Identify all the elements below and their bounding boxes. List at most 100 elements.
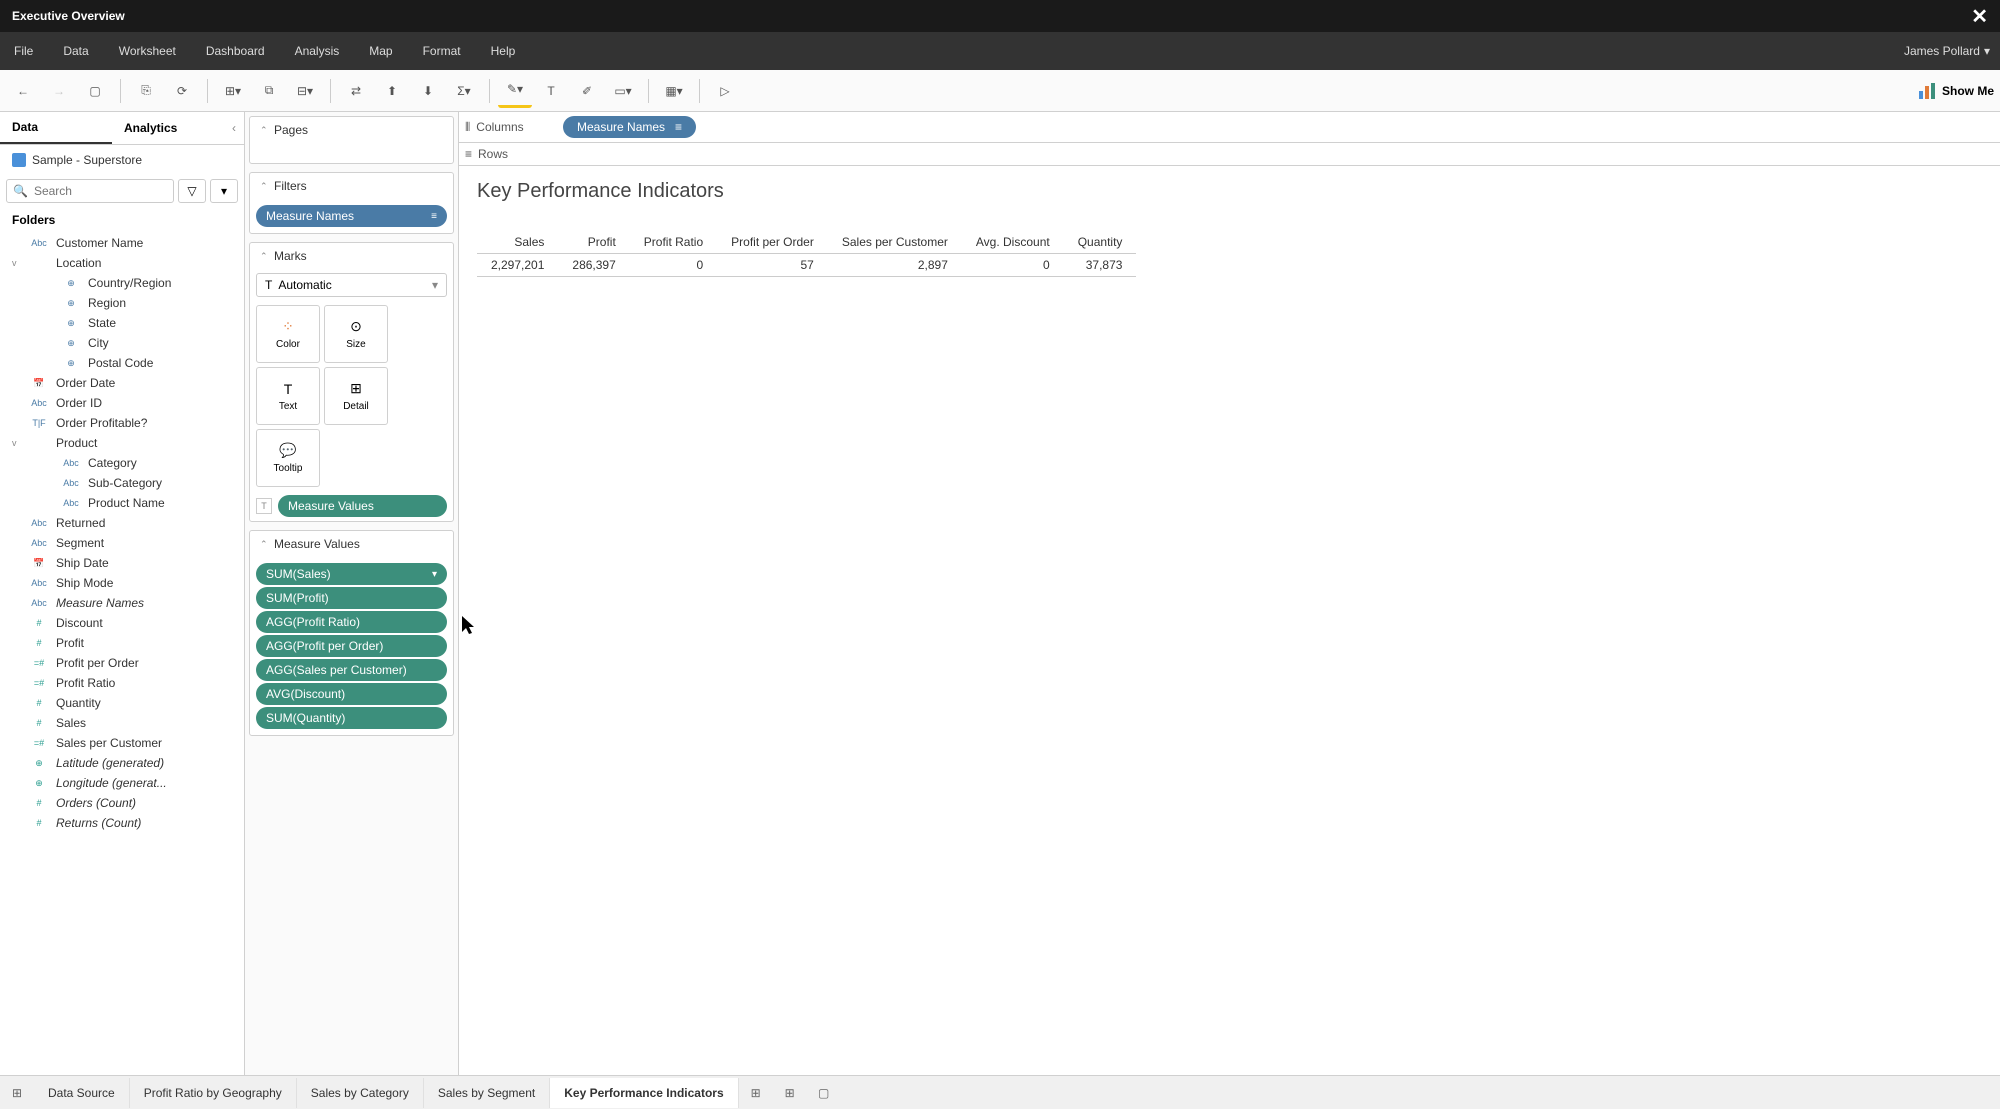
pages-shelf[interactable]: ⌃Pages [249,116,454,164]
show-me-button[interactable]: Show Me [1918,82,1994,100]
refresh-icon[interactable]: ⟳ [165,74,199,108]
menu-map[interactable]: Map [365,38,396,64]
rows-shelf[interactable]: ≡Rows [459,143,2000,166]
new-worksheet-icon[interactable]: ⊞▾ [216,74,250,108]
columns-shelf[interactable]: ⦀Columns Measure Names≡ [459,112,2000,143]
clear-icon[interactable]: ⊟▾ [288,74,322,108]
filters-shelf[interactable]: ⌃Filters Measure Names≡ [249,172,454,234]
field-latitude-generated-[interactable]: ⊕Latitude (generated) [0,753,244,773]
field-measure-names[interactable]: AbcMeasure Names [0,593,244,613]
field-city[interactable]: ⊕City [0,333,244,353]
menu-worksheet[interactable]: Worksheet [115,38,180,64]
field-quantity[interactable]: #Quantity [0,693,244,713]
totals-icon[interactable]: Σ▾ [447,74,481,108]
forward-icon[interactable]: → [42,74,76,108]
sheet-tab-1[interactable]: Sales by Category [297,1078,424,1108]
field-orders-count-[interactable]: #Orders (Count) [0,793,244,813]
field-returned[interactable]: AbcReturned [0,513,244,533]
fit-icon[interactable]: ▭▾ [606,74,640,108]
filter-pill-measure-names[interactable]: Measure Names≡ [256,205,447,227]
field-profit-ratio[interactable]: =#Profit Ratio [0,673,244,693]
pill-measure-values[interactable]: Measure Values [278,495,447,517]
data-source-item[interactable]: Sample - Superstore [0,145,244,175]
menu-format[interactable]: Format [419,38,465,64]
field-sales-per-customer[interactable]: =#Sales per Customer [0,733,244,753]
search-input[interactable]: 🔍 [6,179,174,203]
user-menu[interactable]: James Pollard ▾ [1904,44,1990,58]
field-profit[interactable]: #Profit [0,633,244,653]
field-discount[interactable]: #Discount [0,613,244,633]
tab-data[interactable]: Data [0,112,112,144]
marks-color-button[interactable]: ⁘Color [256,305,320,363]
marks-size-button[interactable]: ⊙Size [324,305,388,363]
menu-help[interactable]: Help [487,38,520,64]
field-returns-count-[interactable]: #Returns (Count) [0,813,244,833]
menu-dashboard[interactable]: Dashboard [202,38,269,64]
field-menu-icon[interactable]: ▾ [210,179,238,203]
field-sales[interactable]: #Sales [0,713,244,733]
field-product-name[interactable]: AbcProduct Name [0,493,244,513]
field-category[interactable]: AbcCategory [0,453,244,473]
field-longitude-generat-[interactable]: ⊕Longitude (generat... [0,773,244,793]
field-ship-date[interactable]: 📅Ship Date [0,553,244,573]
mv-pill-0[interactable]: SUM(Sales)▾ [256,563,447,585]
viz-title[interactable]: Key Performance Indicators [459,166,2000,211]
mv-pill-2[interactable]: AGG(Profit Ratio) [256,611,447,633]
new-dashboard-icon[interactable]: ⊞ [773,1086,807,1100]
tab-data-source[interactable]: Data Source [34,1078,130,1108]
mv-pill-3[interactable]: AGG(Profit per Order) [256,635,447,657]
field-location[interactable]: vLocation [0,253,244,273]
field-postal-code[interactable]: ⊕Postal Code [0,353,244,373]
field-state[interactable]: ⊕State [0,313,244,333]
field-order-id[interactable]: AbcOrder ID [0,393,244,413]
menu-data[interactable]: Data [59,38,92,64]
toolbar: ← → ▢ ⎘ ⟳ ⊞▾ ⧉ ⊟▾ ⇄ ⬆ ⬇ Σ▾ ✎▾ T ✐ ▭▾ ▦▾ … [0,70,2000,112]
field-product[interactable]: vProduct [0,433,244,453]
new-datasource-icon[interactable]: ⎘ [129,74,163,108]
field-region[interactable]: ⊕Region [0,293,244,313]
menu-analysis[interactable]: Analysis [291,38,344,64]
new-sheet-icon[interactable]: ⊞ [739,1086,773,1100]
new-story-icon[interactable]: ▢ [807,1086,841,1100]
dashboard-icon[interactable]: ▦▾ [657,74,691,108]
presentation-icon[interactable]: ▷ [708,74,742,108]
field-country-region[interactable]: ⊕Country/Region [0,273,244,293]
mv-pill-6[interactable]: SUM(Quantity) [256,707,447,729]
filter-fields-icon[interactable]: ▽ [178,179,206,203]
field-customer-name[interactable]: AbcCustomer Name [0,233,244,253]
columns-pill-measure-names[interactable]: Measure Names≡ [563,116,696,138]
marks-text-button[interactable]: TText [256,367,320,425]
collapse-icon[interactable]: ‹ [224,121,244,135]
field-ship-mode[interactable]: AbcShip Mode [0,573,244,593]
menu-file[interactable]: File [10,38,37,64]
labels-icon[interactable]: T [534,74,568,108]
sheet-tab-0[interactable]: Profit Ratio by Geography [130,1078,297,1108]
sort-asc-icon[interactable]: ⬆ [375,74,409,108]
swap-icon[interactable]: ⇄ [339,74,373,108]
marks-detail-button[interactable]: ⊞Detail [324,367,388,425]
shelves-pane: ⌃Pages ⌃Filters Measure Names≡ ⌃Marks T … [245,112,459,1075]
table-cell: 2,897 [828,253,962,276]
field-sub-category[interactable]: AbcSub-Category [0,473,244,493]
sheet-tab-3[interactable]: Key Performance Indicators [550,1078,738,1108]
field-order-profitable-[interactable]: T|FOrder Profitable? [0,413,244,433]
close-icon[interactable]: ✕ [1971,4,1988,29]
save-icon[interactable]: ▢ [78,74,112,108]
mark-type-select[interactable]: T Automatic ▾ [256,273,447,297]
field-profit-per-order[interactable]: =#Profit per Order [0,653,244,673]
tab-analytics[interactable]: Analytics [112,113,224,143]
field-segment[interactable]: AbcSegment [0,533,244,553]
duplicate-icon[interactable]: ⧉ [252,74,286,108]
mv-pill-4[interactable]: AGG(Sales per Customer) [256,659,447,681]
field-order-date[interactable]: 📅Order Date [0,373,244,393]
kpi-table: SalesProfitProfit RatioProfit per OrderS… [459,211,2000,277]
mv-pill-1[interactable]: SUM(Profit) [256,587,447,609]
back-icon[interactable]: ← [6,74,40,108]
sort-desc-icon[interactable]: ⬇ [411,74,445,108]
sheet-tab-2[interactable]: Sales by Segment [424,1078,550,1108]
highlight-icon[interactable]: ✎▾ [498,74,532,108]
mv-pill-5[interactable]: AVG(Discount) [256,683,447,705]
format-icon[interactable]: ✐ [570,74,604,108]
marks-tooltip-button[interactable]: 💬Tooltip [256,429,320,487]
datasource-tab-icon[interactable]: ⊞ [0,1086,34,1100]
